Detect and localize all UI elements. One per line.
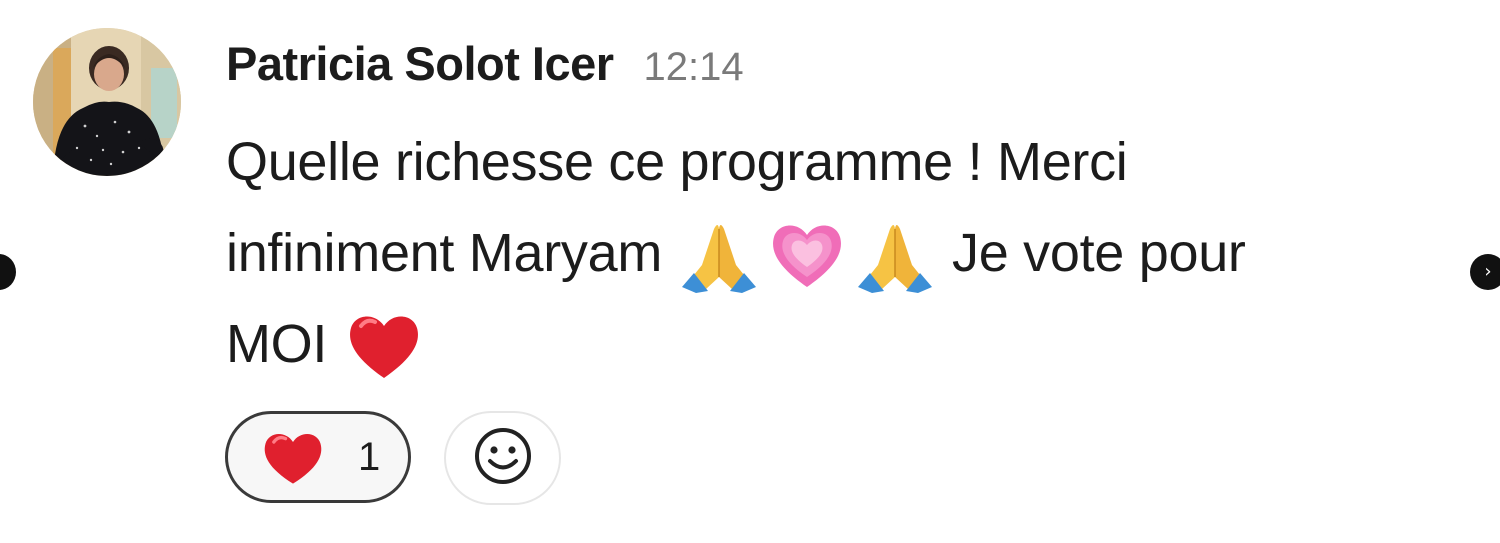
message-text: MOI	[226, 314, 328, 374]
folded-hands-icon	[680, 215, 758, 293]
message-text: Je vote pour	[952, 223, 1246, 283]
comment-header: Patricia Solot Icer 12:14	[226, 36, 744, 91]
add-reaction-button[interactable]	[444, 411, 561, 505]
red-heart-icon	[345, 306, 423, 384]
comment-text: Quelle richesse ce programme ! Merci inf…	[226, 117, 1246, 390]
smiley-icon	[473, 426, 533, 491]
timestamp: 12:14	[643, 45, 744, 89]
next-button[interactable]: ›	[1470, 254, 1500, 290]
message-text: infiniment Maryam	[226, 223, 663, 283]
message-line: infiniment Maryam Je vote pour	[226, 208, 1246, 299]
comment-view: › Patricia Solot Icer 12:14 Quelle riche…	[0, 0, 1500, 543]
avatar-photo	[33, 28, 181, 176]
previous-button[interactable]	[0, 254, 16, 290]
red-heart-icon	[260, 427, 326, 487]
message-line: MOI	[226, 299, 1246, 390]
folded-hands-icon	[856, 215, 934, 293]
chevron-right-icon: ›	[1484, 261, 1492, 282]
avatar[interactable]	[33, 28, 181, 176]
reaction-count: 1	[358, 434, 381, 479]
growing-heart-icon	[768, 215, 846, 293]
message-text: Quelle richesse ce programme ! Merci	[226, 132, 1128, 192]
message-line: Quelle richesse ce programme ! Merci	[226, 117, 1246, 208]
heart-reaction-button[interactable]: 1	[225, 411, 411, 503]
author-name[interactable]: Patricia Solot Icer	[226, 36, 614, 91]
